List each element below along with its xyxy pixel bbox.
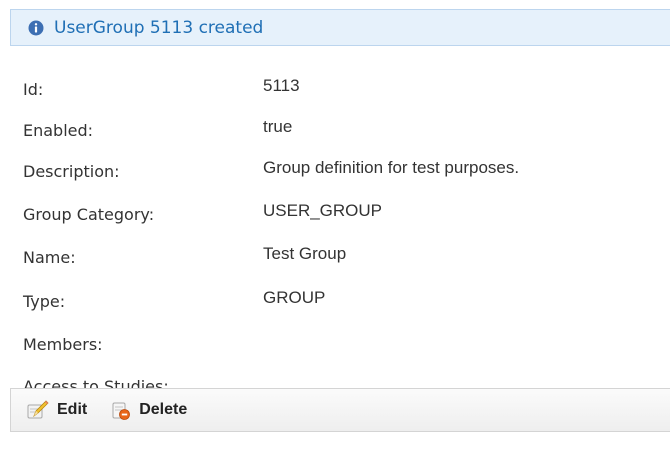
status-message-text: UserGroup 5113 created: [54, 17, 264, 38]
detail-label: Name:: [23, 248, 76, 267]
delete-button-label: Delete: [139, 401, 188, 418]
action-toolbar: Edit Delete: [10, 388, 670, 432]
edit-button[interactable]: Edit: [27, 400, 87, 420]
detail-label: Members:: [23, 335, 103, 354]
detail-label: Enabled:: [23, 121, 94, 140]
delete-button[interactable]: Delete: [111, 400, 187, 420]
info-icon: [28, 20, 44, 35]
edit-button-label: Edit: [57, 401, 88, 418]
delete-icon: [112, 402, 131, 420]
detail-label: Id:: [23, 80, 44, 99]
detail-label: Type:: [23, 292, 66, 311]
detail-value: 5113: [263, 76, 300, 95]
detail-value: Group definition for test purposes.: [263, 158, 520, 177]
detail-value: true: [263, 117, 293, 136]
detail-value: GROUP: [263, 288, 326, 307]
detail-value: Test Group: [263, 244, 347, 263]
detail-label: Group Category:: [23, 205, 155, 224]
status-message: UserGroup 5113 created: [10, 9, 670, 46]
detail-label: Description:: [23, 162, 120, 181]
edit-pencil-icon: [27, 400, 49, 419]
detail-value: USER_GROUP: [263, 201, 383, 220]
